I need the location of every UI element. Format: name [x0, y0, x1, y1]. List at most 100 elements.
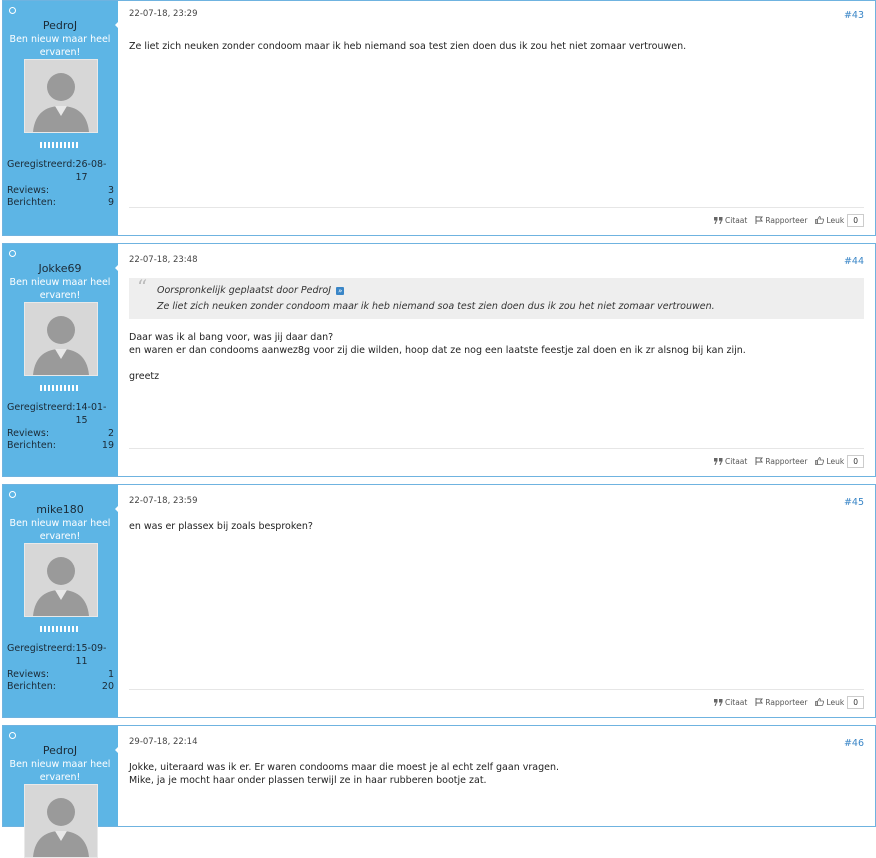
reviews-value: 2: [107, 427, 114, 439]
post-message: Jokke, uiteraard was ik er. Er waren con…: [129, 761, 864, 787]
registered-value: 14-01-15: [75, 402, 107, 426]
quote-header: Oorspronkelijk geplaatst door PedroJ »: [157, 284, 856, 297]
like-count: 0: [847, 213, 864, 227]
user-title: Ben nieuw maar heel ervaren!: [9, 518, 111, 542]
registered-value: 26-08-17: [75, 159, 107, 183]
quote-mark-icon: “: [137, 275, 148, 299]
user-sidebar: PedroJ Ben nieuw maar heel ervaren!: [3, 726, 117, 858]
message-line: Jokke, uiteraard was ik er. Er waren con…: [129, 762, 560, 773]
username[interactable]: PedroJ: [3, 19, 117, 32]
post-message: Ze liet zich neuken zonder condoom maar …: [129, 40, 864, 53]
quote-author: Oorspronkelijk geplaatst door PedroJ: [157, 285, 332, 296]
forum-post: PedroJ Ben nieuw maar heel ervaren! Gere…: [2, 0, 876, 236]
flag-icon: [755, 457, 764, 465]
like-count: 0: [847, 695, 864, 709]
username[interactable]: Jokke69: [3, 262, 117, 275]
reputation-bar: [40, 626, 80, 632]
quote-text: Ze liet zich neuken zonder condoom maar …: [157, 301, 715, 312]
post-date: 22-07-18, 23:59: [129, 496, 198, 506]
post-actions: Citaat Rapporteer Leuk 0: [706, 213, 864, 227]
messages-value: 9: [107, 197, 114, 209]
post-message: “ Oorspronkelijk geplaatst door PedroJ »…: [129, 275, 864, 383]
avatar[interactable]: [24, 302, 98, 376]
divider: [129, 689, 864, 690]
messages-label: Berichten:: [7, 681, 56, 693]
user-sidebar: Jokke69 Ben nieuw maar heel ervaren! Ger…: [3, 244, 117, 476]
reviews-label: Reviews:: [7, 427, 50, 439]
post-content: 22-07-18, 23:29 #43 Ze liet zich neuken …: [118, 1, 875, 235]
reviews-value: 1: [107, 668, 114, 680]
messages-label: Berichten:: [7, 440, 56, 452]
message-line: Mike, ja je mocht haar onder plassen ter…: [129, 775, 487, 786]
messages-value: 20: [101, 681, 114, 693]
quote-block: “ Oorspronkelijk geplaatst door PedroJ »…: [129, 275, 864, 319]
online-status-icon: [9, 7, 16, 14]
post-actions: Citaat Rapporteer Leuk 0: [706, 454, 864, 468]
quote-icon: [713, 216, 723, 224]
reviews-value: 3: [107, 184, 114, 196]
like-label: Leuk: [826, 215, 845, 225]
quote-button[interactable]: Citaat: [713, 215, 748, 225]
user-stats: Geregistreerd: 26-08-17 Reviews: 3 Bericht…: [7, 159, 114, 210]
avatar[interactable]: [24, 784, 98, 858]
reviews-label: Reviews:: [7, 668, 50, 680]
post-number-link[interactable]: #46: [844, 738, 864, 749]
user-stats: Geregistreerd: 15-09-11 Reviews: 1 Bericht…: [7, 643, 114, 694]
user-stats: Geregistreerd: 14-01-15 Reviews: 2 Bericht…: [7, 402, 114, 453]
message-line: Daar was ik al bang voor, was jij daar d…: [129, 332, 334, 343]
view-post-icon[interactable]: »: [336, 286, 345, 295]
reputation-bar: [40, 142, 80, 148]
like-label: Leuk: [826, 697, 845, 707]
flag-icon: [755, 698, 764, 706]
user-sidebar: mike180 Ben nieuw maar heel ervaren! Ger…: [3, 485, 117, 717]
post-number-link[interactable]: #45: [844, 497, 864, 508]
report-button[interactable]: Rapporteer: [755, 457, 807, 466]
quote-button[interactable]: Citaat: [713, 457, 747, 466]
like-label: Leuk: [826, 456, 845, 466]
quote-icon: [713, 457, 723, 465]
post-date: 29-07-18, 22:14: [129, 737, 198, 747]
avatar[interactable]: [24, 543, 98, 617]
report-button[interactable]: Rapporteer: [755, 216, 807, 225]
report-button[interactable]: Rapporteer: [755, 698, 807, 707]
like-button[interactable]: Leuk: [815, 457, 844, 466]
report-label: Rapporteer: [765, 456, 808, 466]
divider: [129, 448, 864, 449]
message-line: [129, 357, 864, 370]
thumbs-up-icon: [815, 698, 825, 706]
messages-label: Berichten:: [7, 197, 56, 209]
post-date: 22-07-18, 23:29: [129, 9, 198, 19]
user-sidebar: PedroJ Ben nieuw maar heel ervaren! Gere…: [3, 1, 117, 235]
user-title: Ben nieuw maar heel ervaren!: [9, 277, 111, 301]
flag-icon: [755, 216, 764, 224]
registered-label: Geregistreerd:: [7, 643, 76, 654]
post-content: 22-07-18, 23:59 #45 en was er plassex bi…: [118, 485, 875, 717]
divider: [129, 207, 864, 208]
messages-value: 19: [101, 440, 114, 452]
post-number-link[interactable]: #44: [844, 256, 864, 267]
post-actions: Citaat Rapporteer Leuk 0: [706, 695, 864, 709]
like-count: 0: [847, 454, 864, 468]
post-content: 22-07-18, 23:48 #44 “ Oorspronkelijk gep…: [118, 244, 875, 476]
like-button[interactable]: Leuk: [815, 698, 844, 707]
reviews-label: Reviews:: [7, 184, 50, 196]
thumbs-up-icon: [815, 457, 825, 465]
report-label: Rapporteer: [765, 697, 808, 707]
reputation-bar: [40, 385, 80, 391]
post-content: 29-07-18, 22:14 #46 Jokke, uiteraard was…: [118, 726, 875, 826]
avatar[interactable]: [24, 59, 98, 133]
forum-post: Jokke69 Ben nieuw maar heel ervaren! Ger…: [2, 243, 876, 477]
quote-icon: [713, 698, 723, 706]
quote-label: Citaat: [724, 215, 748, 225]
username[interactable]: PedroJ: [3, 744, 117, 757]
registered-value: 15-09-11: [75, 643, 107, 667]
post-number-link[interactable]: #43: [844, 10, 864, 21]
post-message: en was er plassex bij zoals besproken?: [129, 520, 864, 533]
username[interactable]: mike180: [3, 503, 117, 516]
like-button[interactable]: Leuk: [815, 216, 844, 225]
quote-button[interactable]: Citaat: [713, 698, 747, 707]
forum-post: mike180 Ben nieuw maar heel ervaren! Ger…: [2, 484, 876, 718]
message-line: en was er plassex bij zoals besproken?: [129, 521, 313, 532]
user-title: Ben nieuw maar heel ervaren!: [9, 34, 111, 58]
message-line: en waren er dan condooms aanwez8g voor z…: [129, 345, 746, 356]
